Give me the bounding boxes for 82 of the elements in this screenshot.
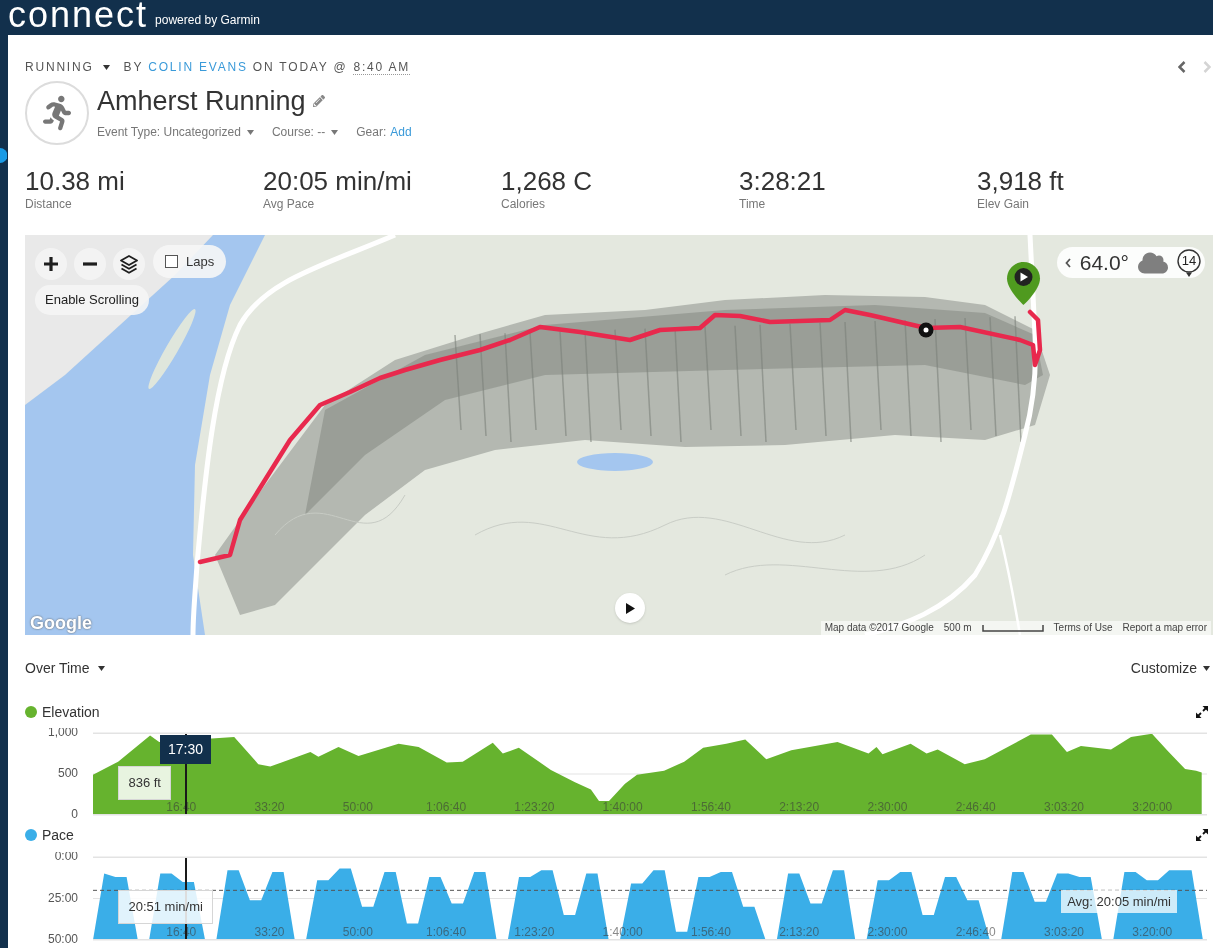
stat-label: Elev Gain: [977, 196, 1031, 212]
x-axis-label: 3:20:00: [1132, 925, 1173, 939]
position-marker-icon: [918, 322, 934, 338]
y-axis-label: 0: [71, 807, 78, 820]
property-dropdown[interactable]: Event Type: Uncategorized: [97, 124, 254, 140]
chart-title: Pace: [42, 826, 74, 844]
side-panel-handle-icon[interactable]: [0, 148, 7, 163]
view-dropdown[interactable]: Over Time: [25, 657, 105, 679]
x-axis-label: 2:46:40: [955, 800, 996, 814]
caret-icon: [331, 129, 339, 135]
x-axis-label: 1:56:40: [690, 800, 731, 814]
y-axis-label: 25:00: [47, 890, 78, 905]
x-axis-label: 50:00: [342, 800, 373, 814]
y-axis-label: 500: [57, 766, 78, 781]
stat-value: 10.38 mi: [25, 166, 126, 196]
stat-label: Distance: [25, 196, 73, 212]
x-axis-label: 2:13:20: [779, 800, 820, 814]
play-icon: [625, 602, 635, 614]
chevron-left-icon[interactable]: [1178, 61, 1186, 73]
value-tooltip: 20:51 min/mi: [118, 890, 213, 924]
x-axis-label: 2:30:00: [867, 925, 908, 939]
x-axis-label: 50:00: [342, 925, 373, 939]
x-axis-label: 3:03:20: [1043, 925, 1084, 939]
tagline: powered by Garmin: [155, 13, 260, 27]
x-axis-label: 2:13:20: [779, 925, 820, 939]
cursor-time-tooltip: 17:30: [159, 735, 211, 764]
connect-logo[interactable]: connect: [8, 0, 149, 30]
layers-icon: [120, 254, 138, 274]
temperature-text: 64.0°: [1079, 250, 1129, 275]
stat-value: 1,268 C: [501, 166, 594, 196]
chevron-left-icon[interactable]: [1064, 257, 1071, 268]
stat-label: Calories: [501, 196, 546, 212]
caret-icon: [246, 129, 254, 135]
start-time[interactable]: 8:40 AM: [353, 59, 411, 75]
cloud-icon: [1138, 250, 1168, 275]
stat-value: 3:28:21: [739, 166, 827, 196]
activity-type-dropdown[interactable]: RUNNING: [25, 60, 110, 74]
pencil-icon[interactable]: [312, 95, 325, 107]
value-tooltip: 836 ft: [118, 766, 171, 800]
expand-icon[interactable]: [1196, 829, 1208, 841]
laps-checkbox[interactable]: [165, 255, 178, 268]
cursor-line[interactable]: [185, 734, 187, 814]
stat-value: 20:05 min/mi: [263, 166, 413, 196]
y-axis-label: 1,000: [47, 728, 78, 740]
expand-icon[interactable]: [1196, 706, 1208, 718]
map-data-text: Map data ©2017 Google: [824, 622, 934, 634]
property-label: Gear:: [356, 124, 387, 140]
customize-dropdown[interactable]: Customize: [1130, 657, 1210, 679]
laps-toggle[interactable]: Laps: [153, 245, 227, 278]
caret-icon: [1203, 665, 1210, 671]
plus-icon: [44, 257, 58, 271]
caret-icon: [97, 665, 105, 671]
x-axis-label: 1:23:20: [514, 800, 555, 814]
x-axis-label: 1:23:20: [514, 925, 555, 939]
x-axis-label: 1:06:40: [426, 925, 467, 939]
x-axis-label: 1:40:00: [602, 800, 643, 814]
meta-text: BY: [123, 60, 144, 74]
stat-value: 3,918 ft: [977, 166, 1065, 196]
stat-label: Time: [739, 196, 767, 212]
x-axis-label: 1:06:40: [426, 800, 467, 814]
enable-scrolling-button[interactable]: Enable Scrolling: [35, 285, 149, 315]
terms-link[interactable]: Terms of Use: [1053, 622, 1113, 634]
y-axis-label: 50:00: [47, 932, 78, 945]
stat-label: Avg Pace: [263, 196, 316, 212]
meta-text: ON TODAY @: [252, 60, 348, 74]
scale-text: 500 m: [943, 622, 972, 634]
property-dropdown[interactable]: Course: --: [271, 124, 339, 140]
chart-title: Elevation: [42, 703, 100, 721]
report-error-link[interactable]: Report a map error: [1122, 622, 1207, 634]
caret-icon: [102, 64, 110, 70]
x-axis-label: 3:03:20: [1043, 800, 1084, 814]
scale-bar-icon: [981, 624, 1044, 632]
activity-title: Amherst Running: [97, 85, 306, 118]
y-axis-label: 0:00: [54, 852, 78, 864]
average-label: Avg: 20:05 min/mi: [1061, 890, 1177, 914]
x-axis-label: 3:20:00: [1132, 800, 1173, 814]
minus-icon: [83, 262, 97, 266]
x-axis-label: 33:20: [254, 800, 285, 814]
x-axis-label: 2:30:00: [867, 800, 908, 814]
x-axis-label: 1:56:40: [690, 925, 731, 939]
x-axis-label: 33:20: [254, 925, 285, 939]
start-pin-icon: [1007, 262, 1040, 305]
